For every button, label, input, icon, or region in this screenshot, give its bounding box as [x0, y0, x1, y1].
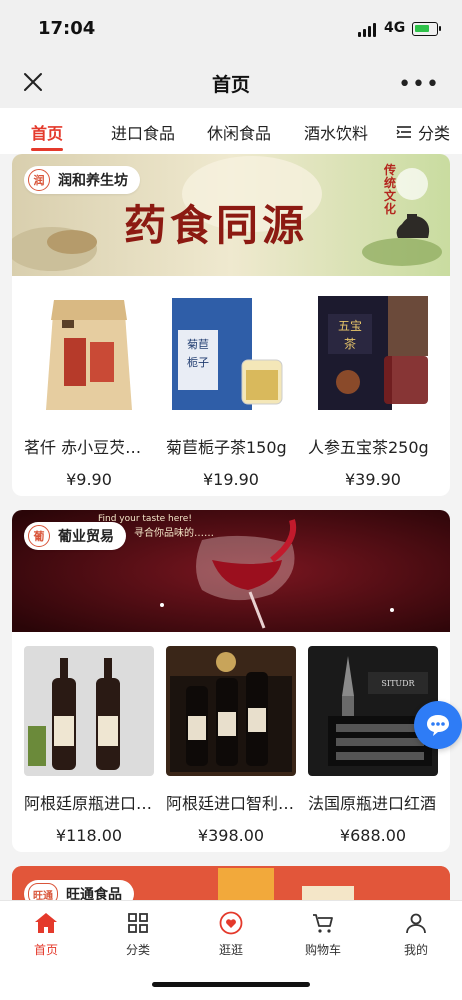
product-price: ¥39.90	[345, 470, 401, 489]
category-button[interactable]: 分类	[396, 120, 450, 144]
grid-icon	[128, 913, 148, 933]
shop-card-puye: Find your taste here! 寻合你品味的…… 葡 葡业贸易 阿根…	[12, 510, 450, 852]
svg-text:SITUDR: SITUDR	[381, 679, 415, 688]
svg-text:菊苣: 菊苣	[187, 338, 209, 351]
product-name: 阿根廷进口智利红酒	[166, 794, 296, 813]
tab-snacks[interactable]: 休闲食品	[207, 120, 271, 144]
product-row: 茗仟 赤小豆芡实薏米茶 ¥9.90 菊苣 栀子 菊苣栀子茶150g ¥19.90	[12, 290, 450, 489]
bottom-tab-category[interactable]: 分类	[98, 911, 178, 958]
product-image: 五宝 茶	[308, 290, 438, 420]
shop-name: 葡业贸易	[58, 529, 114, 545]
shop-badge[interactable]: 葡 葡业贸易	[24, 522, 126, 550]
product-name: 法国原瓶进口红酒	[308, 794, 437, 813]
svg-text:茶: 茶	[344, 336, 356, 351]
product-price: ¥19.90	[203, 470, 259, 489]
shop-name: 润和养生坊	[58, 173, 128, 189]
product-price: ¥9.90	[66, 470, 112, 489]
svg-text:五宝: 五宝	[338, 319, 362, 333]
product-price: ¥118.00	[55, 826, 123, 845]
bottom-tab-label: 逛逛	[218, 943, 243, 957]
cart-icon	[313, 914, 333, 933]
product-image	[24, 646, 154, 776]
tab-home[interactable]: 首页	[31, 120, 63, 144]
product-item[interactable]: 茗仟 赤小豆芡实薏米茶 ¥9.90	[24, 290, 154, 489]
product-price: ¥688.00	[339, 826, 407, 845]
bottom-tab-label: 分类	[125, 943, 150, 957]
bottom-tab-label: 我的	[403, 943, 428, 957]
bottom-tab-label: 购物车	[304, 943, 341, 957]
more-icon[interactable]: •••	[398, 72, 440, 97]
user-icon	[406, 913, 426, 934]
banner-seal: 传统文化	[384, 163, 397, 216]
shop-card-runhe: 药食同源 传统文化 润 润和养生坊 茗仟 赤小豆芡实薏米茶 ¥9.90	[12, 154, 450, 496]
category-tabs: 首页 进口食品 休闲食品 酒水饮料 分类	[0, 108, 462, 154]
product-item[interactable]: 阿根廷原瓶进口红酒 ¥118.00	[24, 646, 154, 845]
home-icon	[35, 913, 57, 933]
tab-drinks[interactable]: 酒水饮料	[304, 120, 368, 144]
svg-text:栀子: 栀子	[187, 355, 209, 369]
product-item[interactable]: SITUDR 法国原瓶进口红酒 ¥688.00	[308, 646, 438, 845]
category-button-label: 分类	[417, 124, 450, 143]
product-price: ¥398.00	[197, 826, 265, 845]
banner-title: 药食同源	[124, 201, 309, 250]
signal-icon	[358, 23, 376, 37]
product-item[interactable]: 阿根廷进口智利红酒 ¥398.00	[166, 646, 296, 845]
tab-imported-food[interactable]: 进口食品	[111, 120, 175, 144]
shop-logo-icon: 润	[28, 169, 50, 191]
chat-bubble-icon	[427, 715, 449, 736]
bottom-tab-home[interactable]: 首页	[6, 911, 86, 958]
product-image	[24, 290, 154, 420]
product-name: 菊苣栀子茶150g	[166, 438, 287, 457]
status-bar: 17:04 4G	[0, 0, 462, 58]
page-title: 首页	[211, 74, 250, 96]
category-list-icon	[396, 126, 411, 138]
banner-subtitle: 寻合你品味的……	[134, 528, 214, 539]
bottom-tab-label: 首页	[33, 943, 58, 957]
product-image: 菊苣 栀子	[166, 290, 296, 420]
tab-active-indicator	[31, 148, 63, 151]
navigation-bar: 首页 •••	[0, 58, 462, 108]
battery-icon	[412, 22, 441, 36]
status-time: 17:04	[38, 18, 96, 39]
customer-service-button[interactable]	[414, 701, 462, 749]
bottom-tab-cart[interactable]: 购物车	[283, 911, 363, 958]
bottom-tab-mine[interactable]: 我的	[376, 911, 456, 958]
product-item[interactable]: 五宝 茶 人参五宝茶250g ¥39.90	[308, 290, 438, 489]
shop-logo-icon: 葡	[28, 525, 50, 547]
network-label: 4G	[384, 20, 406, 36]
product-name: 茗仟 赤小豆芡实薏米茶	[24, 438, 154, 457]
product-image	[166, 646, 296, 776]
bottom-tab-browse[interactable]: 逛逛	[191, 911, 271, 958]
home-indicator[interactable]	[152, 982, 310, 987]
shop-badge[interactable]: 润 润和养生坊	[24, 166, 140, 194]
heart-icon	[219, 911, 243, 935]
product-item[interactable]: 菊苣 栀子 菊苣栀子茶150g ¥19.90	[166, 290, 296, 489]
product-name: 人参五宝茶250g	[308, 438, 429, 457]
product-row: 阿根廷原瓶进口红酒 ¥118.00 阿根廷进口智利红酒 ¥398.00 SITU…	[12, 646, 450, 845]
product-name: 阿根廷原瓶进口红酒	[24, 794, 154, 813]
